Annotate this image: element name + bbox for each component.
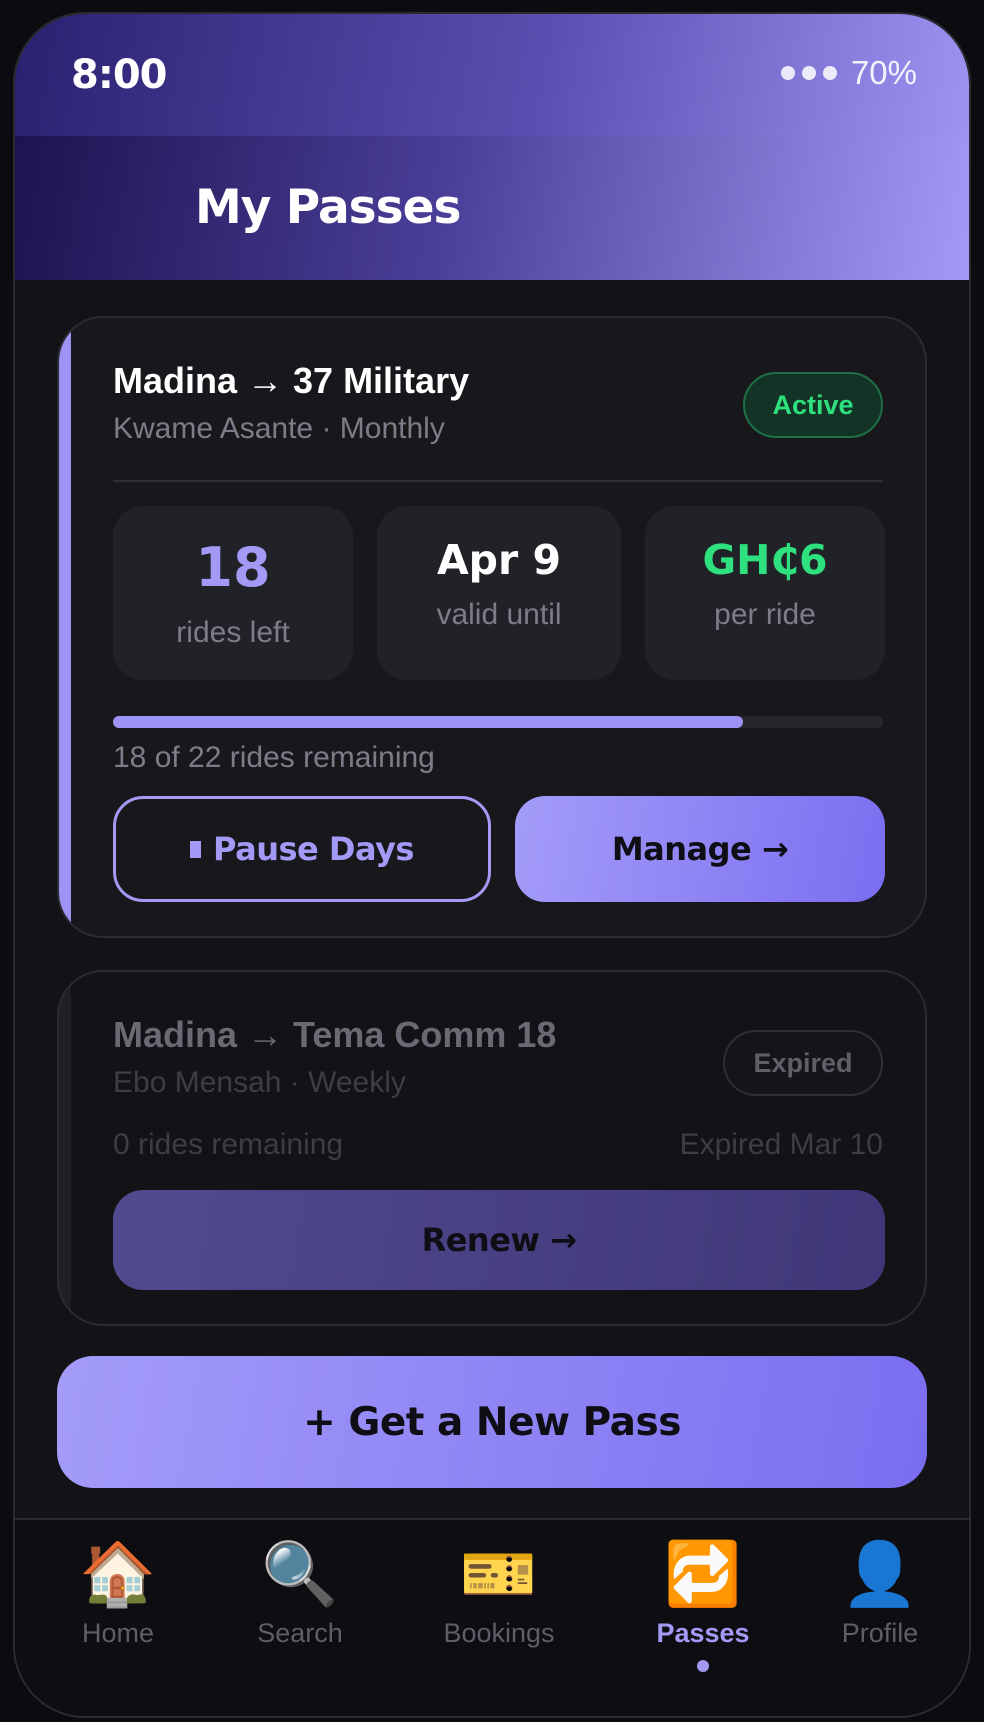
progress-text: 18 of 22 rides remaining [113, 741, 435, 774]
tab-label: Passes [656, 1618, 750, 1648]
pass-subtitle: Ebo Mensah · Weekly [113, 1066, 406, 1099]
divider [113, 480, 883, 482]
status-time: 8:00 [71, 52, 167, 98]
tab-bookings[interactable]: 🎫 Bookings [409, 1536, 589, 1649]
pass-route: Madina → 37 Military [113, 360, 470, 401]
stat-per-ride: GH₵6 per ride [645, 506, 885, 680]
stat-label: rides left [176, 616, 290, 649]
rides-progress-fill [113, 716, 743, 728]
tab-home[interactable]: 🏠 Home [28, 1536, 208, 1649]
status-badge: Active [743, 372, 883, 438]
pass-card-active[interactable]: Madina → 37 Military Kwame Asante · Mont… [57, 316, 927, 938]
manage-label: Manage → [611, 830, 789, 868]
tab-search[interactable]: 🔍 Search [210, 1536, 390, 1649]
pass-subtitle: Kwame Asante · Monthly [113, 412, 445, 445]
profile-icon: 👤 [841, 1540, 919, 1609]
pass-route: Madina → Tema Comm 18 [113, 1014, 557, 1055]
stat-value: Apr 9 [436, 536, 562, 584]
stat-rides-left: 18 rides left [113, 506, 353, 680]
home-icon: 🏠 [79, 1540, 157, 1609]
expiry-date-text: Expired Mar 10 [679, 1128, 883, 1161]
battery-level: 70% [850, 54, 917, 91]
ticket-icon: 🎫 [460, 1540, 538, 1609]
renew-label: Renew → [421, 1221, 577, 1259]
pass-card-expired[interactable]: Madina → Tema Comm 18 Ebo Mensah · Weekl… [57, 970, 927, 1326]
get-new-pass-button[interactable]: + Get a New Pass [57, 1356, 927, 1488]
phone-frame: 8:00 70% My Passes Madina → 37 Military … [13, 12, 971, 1718]
rides-remaining-text: 0 rides remaining [113, 1128, 344, 1161]
card-accent-stripe [59, 318, 71, 936]
stat-valid-until: Apr 9 valid until [377, 506, 621, 680]
status-indicators: 70% [780, 54, 917, 92]
get-new-pass-label: + Get a New Pass [303, 1399, 681, 1445]
stat-label: valid until [436, 598, 562, 631]
search-icon: 🔍 [261, 1540, 339, 1609]
repeat-icon: 🔁 [664, 1540, 742, 1609]
pause-days-label: Pause Days [213, 830, 414, 868]
pause-icon [190, 840, 202, 858]
renew-button[interactable]: Renew → [113, 1190, 885, 1290]
status-bar: 8:00 70% [15, 14, 969, 136]
tab-profile[interactable]: 👤 Profile [790, 1536, 969, 1649]
pause-days-button[interactable]: Pause Days [113, 796, 491, 902]
tab-label: Bookings [443, 1618, 555, 1648]
stat-value: 18 [195, 536, 271, 599]
card-accent-stripe [59, 972, 71, 1324]
tab-label: Profile [841, 1618, 919, 1648]
stat-label: per ride [714, 598, 816, 631]
rides-progress-bar [113, 716, 883, 728]
page-header: My Passes [15, 136, 969, 280]
manage-button[interactable]: Manage → [515, 796, 885, 902]
page-title: My Passes [195, 180, 461, 235]
bottom-tab-bar: 🏠 Home 🔍 Search 🎫 Bookings 🔁 Passes 👤 Pr… [15, 1518, 969, 1716]
tab-label: Search [257, 1618, 343, 1648]
status-badge: Expired [723, 1030, 883, 1096]
stat-value: GH₵6 [702, 536, 828, 584]
tab-label: Home [81, 1618, 155, 1648]
tab-passes[interactable]: 🔁 Passes [613, 1536, 793, 1649]
signal-icon [780, 66, 837, 80]
active-tab-indicator [697, 1660, 709, 1672]
